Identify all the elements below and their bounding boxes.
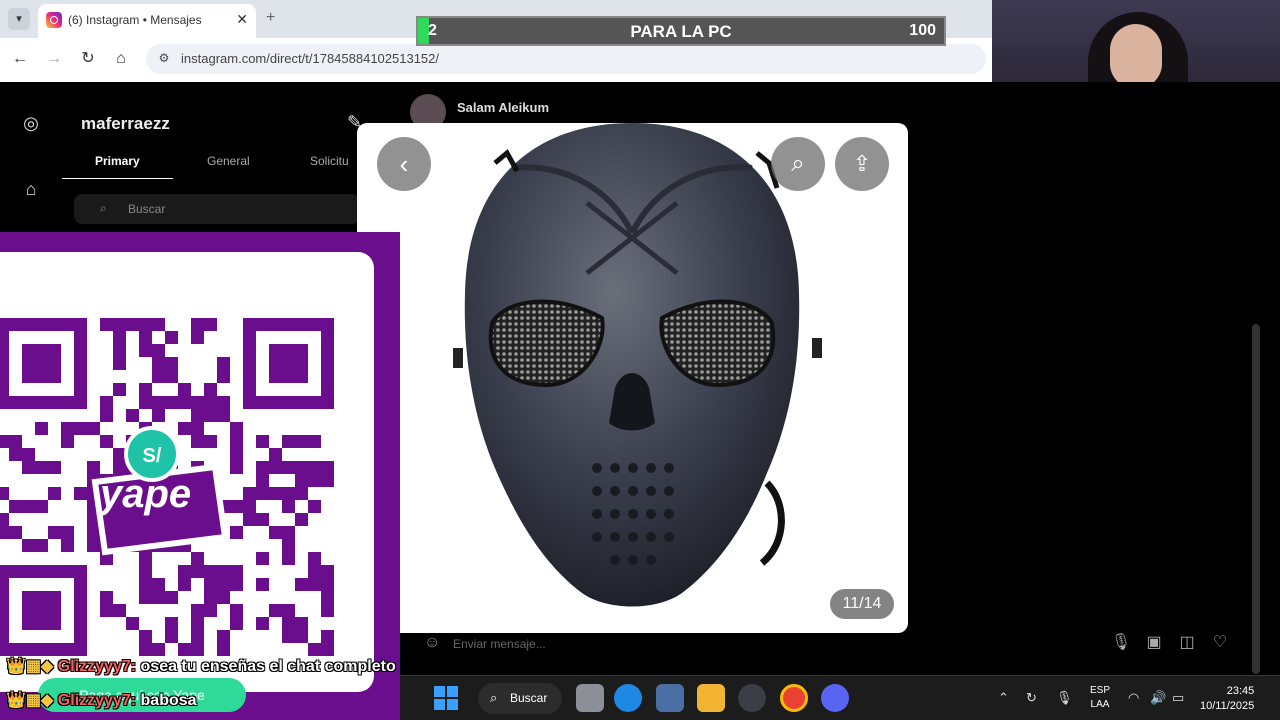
yape-qr-panel: S/ yape	[0, 232, 400, 720]
search-icon: ⌕	[791, 150, 805, 177]
new-tab-button[interactable]: +	[266, 9, 275, 27]
taskbar-search[interactable]: ⌕ Buscar	[478, 683, 562, 714]
windows-start-button[interactable]	[434, 686, 458, 710]
wifi-icon[interactable]: ◠	[1128, 690, 1139, 706]
search-icon: ⌕	[490, 690, 498, 705]
clock-time: 23:45	[1226, 685, 1255, 697]
emoji-icon[interactable]: ☺	[424, 634, 440, 652]
sync-icon[interactable]: ↻	[1026, 690, 1037, 706]
chat-contact-name[interactable]: Salam Aleikum	[457, 100, 549, 115]
goal-max: 100	[909, 22, 936, 39]
language-code: ESP	[1090, 685, 1111, 696]
home-icon[interactable]: ⌂	[110, 48, 132, 70]
tab-search-button[interactable]: ▾	[8, 8, 30, 30]
forward-arrow-icon[interactable]: →	[43, 48, 65, 70]
instagram-logo-icon[interactable]: ◎	[20, 112, 42, 134]
instagram-favicon-icon	[46, 12, 62, 28]
browser-tab[interactable]: (6) Instagram • Mensajes ✕	[38, 4, 256, 38]
tab-title: (6) Instagram • Mensajes	[68, 13, 202, 27]
battery-icon[interactable]: ▭	[1172, 690, 1184, 706]
chat-username: Glizzyyy7:	[57, 658, 137, 675]
image-icon[interactable]: ▣	[1143, 632, 1165, 654]
stream-goal-bar: 2 PARA LA PC 100	[416, 16, 946, 46]
volume-icon[interactable]: 🔊	[1150, 690, 1166, 706]
share-button[interactable]: ⇪	[835, 137, 889, 191]
sticker-icon[interactable]: ◫	[1176, 632, 1198, 654]
goal-label: PARA LA PC	[630, 22, 732, 41]
edge-icon[interactable]	[614, 684, 642, 712]
windows-logo-icon	[434, 686, 445, 697]
close-tab-button[interactable]: ✕	[236, 11, 248, 28]
back-arrow-icon[interactable]: ←	[9, 48, 31, 70]
crown-icon: 👑▦◆	[6, 692, 54, 709]
windows-taskbar: ⌕ Buscar ⌃ ↻ 🎙 ESP LAA ◠ 🔊 ▭ 23:45 10/11…	[400, 675, 1280, 720]
skull-mask-image	[453, 123, 822, 607]
chat-message: 👑▦◆ Glizzyyy7: babosa	[6, 690, 197, 710]
microphone-icon[interactable]: 🎙	[1056, 690, 1073, 706]
file-explorer-icon[interactable]	[697, 684, 725, 712]
task-view-icon[interactable]	[576, 684, 604, 712]
language-indicator[interactable]: ESP LAA	[1090, 684, 1110, 712]
app-icon[interactable]	[738, 684, 766, 712]
address-bar[interactable]: ⚙ instagram.com/direct/t/178458841025131…	[146, 44, 986, 74]
previous-button[interactable]: ‹	[377, 137, 431, 191]
message-input[interactable]: Enviar mensaje...	[453, 637, 546, 651]
screen: { "browser": { "tab_menu_icon": "chevron…	[0, 0, 1280, 720]
chevron-up-icon[interactable]: ⌃	[998, 690, 1009, 706]
yape-currency-label: S/	[143, 445, 162, 467]
reload-icon[interactable]: ↻	[77, 48, 99, 70]
microphone-icon[interactable]: 🎙	[1110, 632, 1132, 654]
streamer-face	[1110, 24, 1162, 88]
discord-icon[interactable]	[821, 684, 849, 712]
chat-text: babosa	[140, 692, 197, 709]
image-viewer: ‹ ⌕ ⇪ 11/14	[357, 123, 908, 633]
store-icon[interactable]	[656, 684, 684, 712]
home-icon[interactable]: ⌂	[20, 178, 42, 200]
chat-message: 👑▦◆ Glizzyyy7: osea tu enseñas el chat c…	[6, 656, 396, 676]
tab-requests[interactable]: Solicitu	[310, 154, 349, 168]
taskbar-search-label: Buscar	[510, 691, 548, 705]
site-settings-icon[interactable]: ⚙	[156, 51, 172, 67]
search-placeholder: Buscar	[128, 202, 166, 216]
scrollbar[interactable]	[1252, 324, 1260, 674]
image-counter: 11/14	[830, 589, 894, 619]
share-icon: ⇪	[852, 151, 872, 176]
search-input[interactable]: ⌕ Buscar	[74, 194, 360, 224]
search-image-button[interactable]: ⌕	[771, 137, 825, 191]
search-icon: ⌕	[100, 201, 107, 215]
crown-icon: 👑▦◆	[6, 658, 54, 675]
account-username[interactable]: maferraezz	[81, 114, 170, 134]
active-tab-indicator	[62, 178, 173, 179]
chevron-left-icon: ‹	[399, 149, 409, 179]
tab-primary[interactable]: Primary	[95, 154, 140, 168]
heart-icon[interactable]: ♡	[1209, 632, 1231, 654]
chat-username: Glizzyyy7:	[57, 692, 137, 709]
chrome-icon[interactable]	[780, 684, 808, 712]
url-text: instagram.com/direct/t/17845884102513152…	[181, 51, 440, 66]
keyboard-layout: LAA	[1090, 699, 1110, 710]
chat-text: osea tu enseñas el chat completo	[140, 658, 396, 675]
tab-general[interactable]: General	[207, 154, 250, 168]
yape-logo-text: yape	[100, 472, 192, 516]
clock[interactable]: 23:45 10/11/2025	[1200, 684, 1254, 714]
clock-date: 10/11/2025	[1200, 700, 1255, 712]
chevron-down-icon: ▾	[16, 13, 22, 25]
qr-card: S/ yape	[0, 252, 374, 692]
